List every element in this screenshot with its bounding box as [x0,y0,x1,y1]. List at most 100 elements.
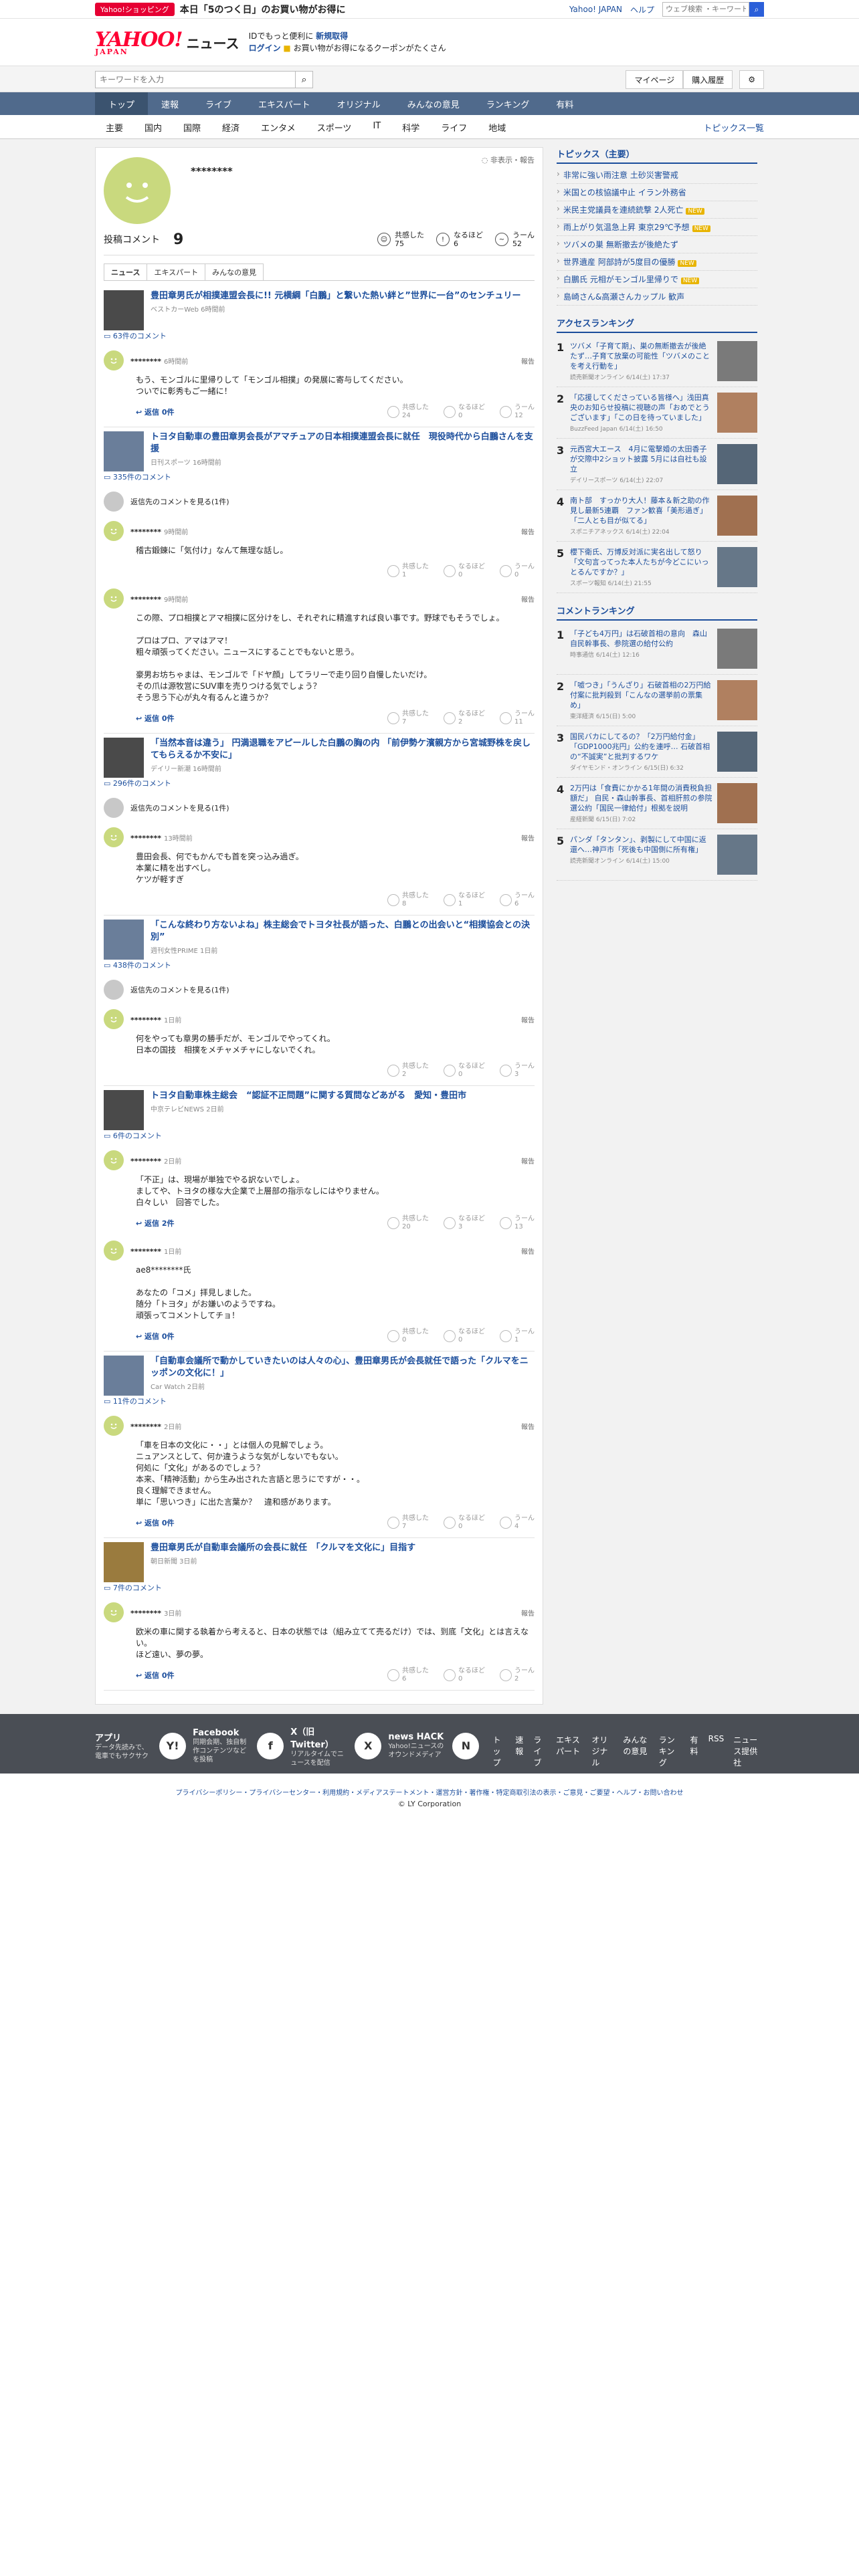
ranking-title[interactable]: ツバメ「子育て期」、巣の無断撤去が後絶たず…子育て放棄の可能性「ツバメのことを考… [570,341,713,371]
footer-link[interactable]: 速報 [515,1734,524,1768]
mypage-button[interactable]: マイページ [626,70,684,89]
insight-button[interactable]: なるほど 0 [444,1515,485,1531]
reply-button[interactable]: ↩ 返信 0件 [136,1331,175,1341]
main-nav-item[interactable]: オリジナル [324,92,394,115]
reply-parent-link[interactable]: 返信先のコメントを見る(1件) [104,492,535,512]
ranking-item[interactable]: 5 櫻下衛氏、万博反対派に実名出して怒り「文句言ってった本人たちが今どこにいっとる… [557,542,757,593]
promo-text[interactable]: 本日「5のつく日」のお買い物がお得に [180,3,346,16]
article-title[interactable]: 豊田章男氏が自動車会議所の会長に就任 「クルマを文化に」目指す [151,1543,415,1553]
reply-button[interactable]: ↩ 返信 0件 [136,407,175,417]
article-thumbnail[interactable] [104,1356,144,1396]
yahoo-japan-link[interactable]: Yahoo! JAPAN [569,5,622,14]
footer-feature[interactable]: アプリ データ先読みで、電車でもサクサク Y! [95,1723,187,1768]
sympathy-button[interactable]: 共感した 7 [387,1515,429,1531]
report-link[interactable]: 報告 [521,526,535,536]
ranking-title[interactable]: パンダ「タンタン」、剥製にして中国に返還へ…神戸市「死後も中国側に所有権」 [570,835,713,855]
insight-button[interactable]: なるほど 3 [444,1215,485,1231]
footer-feature[interactable]: X（旧Twitter） リアルタイムでニュースを配信 X [290,1723,382,1768]
promo-badge[interactable]: Yahoo!ショッピング [95,3,175,16]
footer-link[interactable]: ランキング [659,1734,681,1768]
web-search-button[interactable]: ⌕ [749,2,764,17]
ranking-title[interactable]: 国民バカにしてるの？「2万円給付金」「GDP1000兆円」公約を連呼… 石破首相… [570,732,713,762]
hmm-button[interactable]: うーん 6 [500,892,535,908]
article-thumbnail[interactable] [104,920,144,960]
sub-nav-item[interactable]: 主要 [95,121,134,134]
yahoo-logo[interactable]: YAHOO! JAPAN [95,28,183,56]
sub-nav-item[interactable]: ライフ [430,121,478,134]
footer-link[interactable]: RSS [708,1734,725,1768]
sympathy-button[interactable]: 共感した 8 [387,892,429,908]
login-link[interactable]: ログイン [249,43,281,53]
ranking-title[interactable]: 櫻下衛氏、万博反対派に実名出して怒り「文句言ってった本人たちが今どこにいっとるん… [570,547,713,577]
ranking-item[interactable]: 2 「応援してくださっている皆様へ」浅田真央のお知らせ投稿に視聴の声「おめでとうご… [557,387,757,439]
ranking-item[interactable]: 1 ツバメ「子育て期」、巣の無断撤去が後絶たず…子育て放棄の可能性「ツバメのことを… [557,336,757,387]
insight-button[interactable]: なるほど 2 [444,710,485,726]
insight-button[interactable]: なるほど 0 [444,1328,485,1344]
footer-link[interactable]: エキスパート [556,1734,582,1768]
ranking-thumbnail[interactable] [717,629,757,669]
sub-nav-item[interactable]: エンタメ [250,121,306,134]
ranking-item[interactable]: 5 パンダ「タンタン」、剥製にして中国に返還へ…神戸市「死後も中国側に所有権」 読売… [557,829,757,881]
ranking-thumbnail[interactable] [717,783,757,823]
article-comment-count[interactable]: ▭ 296件のコメント [104,779,171,788]
hmm-button[interactable]: うーん 2 [500,1667,535,1683]
ranking-thumbnail[interactable] [717,393,757,433]
reply-button[interactable]: ↩ 返信 0件 [136,1670,175,1681]
hmm-button[interactable]: うーん 4 [500,1515,535,1531]
legal-links[interactable]: プライバシーポリシー・プライバシーセンター・利用規約・メディアステートメント・運… [0,1787,859,1797]
topic-item[interactable]: 島崎さん&高瀬さんカップル 歓声 [557,288,757,306]
article-comment-count[interactable]: ▭ 6件のコメント [104,1132,162,1140]
article-title[interactable]: 「こんな終わり方ないよね」株主総会でトヨタ社長が語った、白鵬との出会いと“相撲協… [151,920,530,942]
section-title[interactable]: ニュース [187,33,240,52]
ranking-title[interactable]: 元西宮大エース 4月に電撃婚の太田香子が交際中2ショット披露 5月には自社も設立 [570,444,713,474]
tab-item[interactable]: エキスパート [147,263,206,280]
reply-button[interactable]: ↩ 返信 2件 [136,1218,175,1228]
main-nav-item[interactable]: ランキング [473,92,543,115]
topic-item[interactable]: 白鵬氏 元相がモンゴル里帰りでNEW [557,271,757,288]
ranking-thumbnail[interactable] [717,444,757,484]
topic-item[interactable]: 世界遺産 阿部詩が5度目の優勝NEW [557,253,757,271]
article-thumbnail[interactable] [104,431,144,471]
article-comment-count[interactable]: ▭ 438件のコメント [104,961,171,970]
sub-nav-item[interactable]: 国際 [173,121,211,134]
sympathy-button[interactable]: 共感した 20 [387,1215,429,1231]
sympathy-button[interactable]: 共感した 6 [387,1667,429,1683]
ranking-item[interactable]: 1 「子ども4万円」は石破首相の意向 森山自民幹事長、参院選の給付公約 時事通信 6… [557,623,757,675]
ranking-item[interactable]: 2 「嘘つき」「うんざり」石破首相の2万円給付案に批判殺到「こんなの選挙前の票集め… [557,675,757,726]
help-link[interactable]: ヘルプ [630,4,654,15]
main-nav-item[interactable]: ライブ [192,92,245,115]
article-title[interactable]: 豊田章男氏が相撲連盟会長に!! 元横綱「白鵬」と繋いた熱い絆と”世界に一台”のセ… [151,291,520,301]
sympathy-button[interactable]: 共感した 2 [387,1063,429,1079]
footer-link[interactable]: みんなの意見 [623,1734,649,1768]
ranking-title[interactable]: 2万円は「食費にかかる1年間の消費税負担額だ」 自民・森山幹事長、首相肝煎の参院… [570,783,713,813]
ranking-title[interactable]: 「応援してくださっている皆様へ」浅田真央のお知らせ投稿に視聴の声「おめでとうござ… [570,393,713,423]
topic-item[interactable]: ツバメの巣 無断撤去が後絶たず [557,236,757,253]
ranking-thumbnail[interactable] [717,496,757,536]
report-link[interactable]: 報告 [521,1014,535,1025]
insight-button[interactable]: なるほど 0 [444,563,485,579]
ranking-thumbnail[interactable] [717,732,757,772]
topic-item[interactable]: 非常に強い雨注意 土砂災害警戒 [557,167,757,184]
report-link[interactable]: 報告 [521,594,535,604]
article-thumbnail[interactable] [104,738,144,778]
hmm-button[interactable]: うーん 11 [500,710,535,726]
article-comment-count[interactable]: ▭ 7件のコメント [104,1584,162,1592]
reply-parent-link[interactable]: 返信先のコメントを見る(1件) [104,980,535,1000]
report-link[interactable]: 報告 [521,1156,535,1166]
footer-link[interactable]: ライブ [533,1734,547,1768]
sub-nav-item[interactable]: 国内 [134,121,173,134]
sympathy-button[interactable]: 共感した 1 [387,563,429,579]
article-title[interactable]: トヨタ自動車の豊田章男会長がアマチュアの日本相撲連盟会長に就任 現役時代から白鵬… [151,432,533,454]
hmm-button[interactable]: うーん 3 [500,1063,535,1079]
tab-item[interactable]: ニュース [104,263,148,280]
main-nav-item[interactable]: みんなの意見 [394,92,473,115]
topic-item[interactable]: 米国との核協議中止 イラン外務省 [557,184,757,201]
purchase-history-button[interactable]: 購入履歴 [683,70,733,89]
web-search-input[interactable] [662,2,749,17]
article-thumbnail[interactable] [104,1090,144,1130]
sympathy-button[interactable]: 共感した 0 [387,1328,429,1344]
article-title[interactable]: トヨタ自動車株主総会 “認証不正問題”に関する質問などあがる 愛知・豊田市 [151,1091,466,1101]
footer-link[interactable]: オリジナル [591,1734,613,1768]
topic-item[interactable]: 雨上がり気温急上昇 東京29℃予想NEW [557,219,757,236]
ranking-item[interactable]: 4 南ト部 すっかり大人！藤本＆新之助の作見し最新5連覇 ファン歓喜「美形過ぎ」「… [557,490,757,542]
